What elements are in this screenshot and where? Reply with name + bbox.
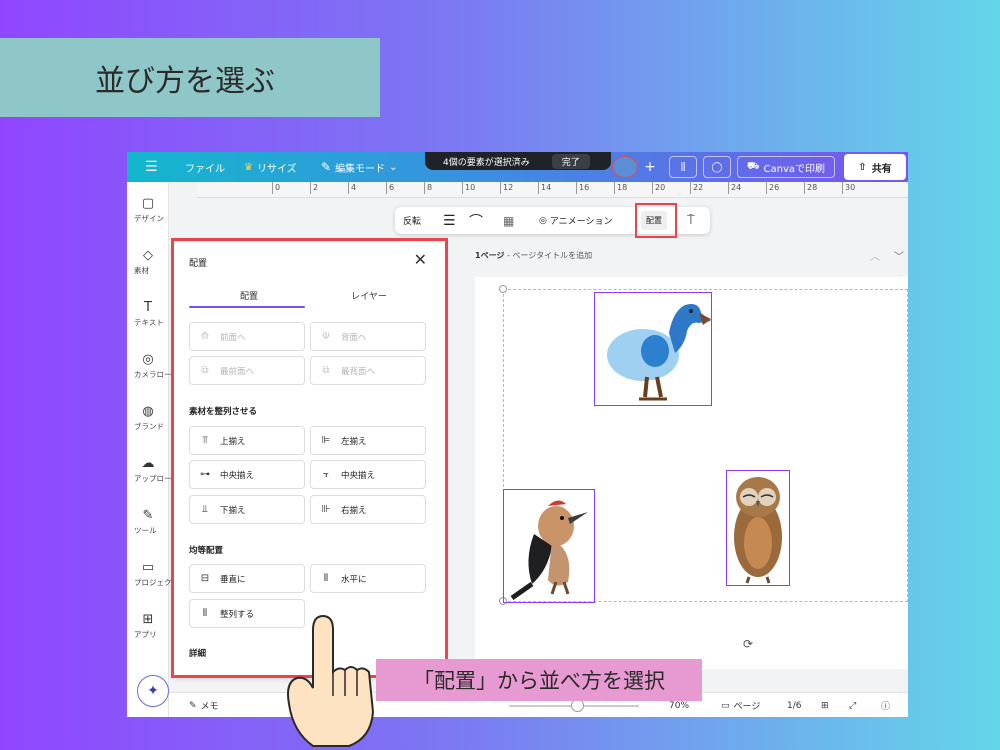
chevron-down-icon[interactable]: ﹀	[894, 248, 904, 263]
top-bar: ☰ ファイル ♛ リサイズ ✎ 編集モード ⌄ 4個の要素が選択済み 完了 + ⫼ ◯…	[127, 152, 908, 182]
ruler: 024681012141618202224262830	[197, 182, 908, 198]
slide-title: 並び方を選ぶ	[95, 56, 275, 100]
ruler-tick: 14	[538, 182, 551, 194]
page-count: 1/6	[787, 693, 801, 717]
ruler-tick: 28	[804, 182, 817, 194]
selection-handle[interactable]	[499, 285, 507, 293]
crown-icon: ♛	[244, 162, 253, 173]
owl-illustration[interactable]	[726, 470, 790, 586]
projects-icon: ▭	[138, 560, 158, 575]
ruler-tick: 10	[462, 182, 475, 194]
file-menu-label: ファイル	[185, 160, 225, 175]
tools-icon: ✎	[138, 508, 158, 523]
transparency-icon[interactable]: ▦	[503, 207, 514, 234]
resize-button[interactable]: ♛ リサイズ	[244, 152, 297, 182]
ruler-tick: 24	[728, 182, 741, 194]
callout-banner: 「配置」から並べ方を選択	[376, 659, 702, 701]
plus-icon[interactable]: +	[639, 156, 661, 178]
dodo-illustration[interactable]	[594, 292, 712, 406]
ruler-tick: 4	[348, 182, 356, 194]
arrange-highlight-box	[635, 203, 677, 238]
ruler-tick: 30	[842, 182, 855, 194]
ruler-tick: 20	[652, 182, 665, 194]
ruler-tick: 2	[310, 182, 318, 194]
ruler-tick: 0	[272, 182, 280, 194]
pages-button[interactable]: ▭ ページ	[721, 693, 760, 717]
sidebar-item-design[interactable]: ▢ デザイン	[127, 196, 187, 224]
ruler-tick: 8	[424, 182, 432, 194]
resize-label: リサイズ	[257, 160, 297, 175]
chevron-down-icon: ⌄	[389, 162, 397, 173]
share-label: 共有	[872, 160, 892, 175]
grid-view-icon[interactable]: ⊞	[821, 693, 829, 717]
corner-radius-icon[interactable]: ⌒	[469, 207, 483, 234]
menu-icon[interactable]: ☰	[145, 152, 158, 182]
text-icon: T	[138, 300, 158, 315]
pages-icon: ▭	[721, 701, 730, 711]
ruler-tick: 26	[766, 182, 779, 194]
left-sidebar: ▢デザイン◇素材Tテキスト◎カメラロール◍ブランド☁アップロード✎ツール▭プロジ…	[127, 182, 169, 717]
ruler-tick: 6	[386, 182, 394, 194]
paint-roller-icon[interactable]: ⍑	[687, 207, 695, 234]
ruler-tick: 16	[576, 182, 589, 194]
canvas-area: 1ページ - ページタイトルを追加 ︿ ﹀	[467, 242, 908, 717]
chevron-up-icon[interactable]: ︿	[870, 248, 880, 263]
selection-toast: 4個の要素が選択済み 完了	[425, 152, 611, 170]
page-label: 1ページ - ページタイトルを追加	[475, 250, 592, 261]
print-label: Canvaで印刷	[764, 160, 826, 175]
notes-icon: ✎	[189, 701, 197, 711]
brand-icon: ◍	[138, 404, 158, 419]
notes-button[interactable]: ✎ メモ	[189, 693, 219, 717]
callout-text: 「配置」から並べ方を選択	[413, 665, 665, 695]
animation-label: アニメーション	[550, 214, 613, 227]
insights-icon[interactable]: ⫼	[669, 156, 697, 178]
edit-mode-label: 編集モード	[335, 160, 385, 175]
fullscreen-icon[interactable]: ⤢	[849, 693, 856, 717]
toast-done-button[interactable]: 完了	[552, 154, 590, 169]
sidebar-item-label: デザイン	[134, 213, 187, 224]
rotate-icon[interactable]: ⟳	[743, 637, 753, 651]
file-menu[interactable]: ファイル	[185, 152, 225, 182]
design-page[interactable]	[475, 277, 908, 669]
woodpecker-illustration[interactable]	[503, 489, 595, 603]
upload-share-icon: ⇧	[858, 162, 866, 173]
animation-icon: ◎	[539, 216, 547, 226]
print-button[interactable]: ⛟ Canvaで印刷	[737, 156, 835, 178]
truck-icon: ⛟	[747, 161, 760, 174]
upload-icon: ☁	[138, 456, 158, 471]
edit-mode-button[interactable]: ✎ 編集モード ⌄	[321, 152, 397, 182]
ruler-tick: 22	[690, 182, 703, 194]
page-title-input[interactable]: ページタイトルを追加	[512, 251, 592, 260]
pen-icon: ✎	[321, 160, 331, 174]
owl-image	[727, 471, 789, 585]
apps-icon: ⊞	[138, 612, 158, 627]
help-icon[interactable]: ⓘ	[881, 693, 890, 717]
share-button[interactable]: ⇧ 共有	[844, 154, 906, 180]
magic-sparkle-icon[interactable]: ✦	[137, 675, 169, 707]
toast-text: 4個の要素が選択済み	[443, 155, 530, 168]
pointing-hand-illustration	[283, 612, 383, 750]
ruler-tick: 12	[500, 182, 513, 194]
flip-button[interactable]: 反転	[403, 207, 421, 234]
ruler-tick: 18	[614, 182, 627, 194]
woodpecker-image	[504, 490, 594, 602]
pages-label: ページ	[734, 699, 761, 712]
dodo-image	[595, 293, 711, 405]
design-icon: ▢	[138, 196, 158, 211]
notes-label: メモ	[201, 699, 219, 712]
comment-icon[interactable]: ◯	[703, 156, 731, 178]
page-number-label: 1ページ	[475, 251, 504, 260]
avatar[interactable]	[612, 156, 638, 178]
camera-icon: ◎	[138, 352, 158, 367]
line-weight-icon[interactable]: ☰	[443, 207, 456, 234]
slide-title-box: 並び方を選ぶ	[0, 38, 380, 117]
elements-icon: ◇	[138, 248, 158, 263]
animation-button[interactable]: ◎アニメーション	[539, 207, 613, 234]
